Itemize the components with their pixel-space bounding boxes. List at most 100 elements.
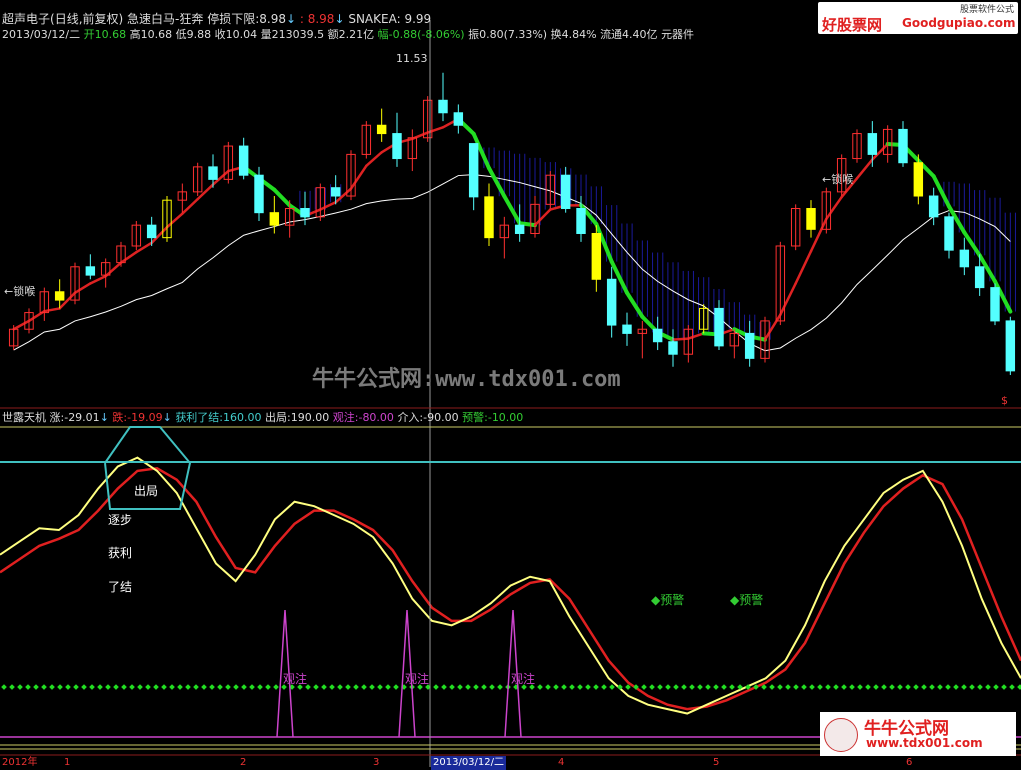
stock-name: 超声电子 [2, 12, 51, 26]
axis-label-6: 6 [906, 757, 913, 768]
candle-down [714, 307, 724, 347]
candle-down [591, 232, 602, 280]
candle-down [330, 187, 341, 197]
die-value: -19.09 [127, 411, 163, 424]
warning-dot-icon-2: ◆ [730, 593, 740, 607]
watch-value: -80.00 [358, 411, 394, 424]
ohlc-float: 流通4.40亿 [600, 28, 658, 41]
zhang-label: 涨: [49, 411, 65, 424]
candle-down [944, 216, 954, 251]
gradual-annotation: 逐步 [108, 513, 133, 527]
warning-dot-icon: ◆ [651, 593, 661, 607]
ohlc-amplitude: 振0.80(7.33%) [468, 28, 548, 41]
candle-down [668, 341, 678, 355]
warning-annotation-2: ◆预警 [730, 593, 763, 607]
chart-mode: (日线,前复权) [50, 12, 124, 26]
zhang-value: -29.01 [64, 411, 100, 424]
warn-label: 预警: [462, 411, 488, 424]
ohlc-amount: 额2.21亿 [327, 28, 375, 41]
watch-annotation-3: 观注 [511, 672, 536, 686]
stoploss-label: 停损下限: [207, 12, 260, 26]
candle-down [744, 332, 755, 359]
warning-annotation-1: ◆预警 [651, 593, 684, 607]
candle-down [560, 174, 571, 210]
down-arrow-icon: ↓ [285, 12, 297, 26]
ohlc-volume: 量213039.5 [260, 28, 325, 41]
candle-down [898, 128, 908, 164]
candle-down [959, 249, 970, 268]
warning-text-2: 预警 [739, 593, 764, 607]
stoploss-value: 8.98 [259, 12, 286, 26]
candle-down [990, 287, 1000, 322]
candle-down [208, 166, 218, 180]
ohlc-sector: 元器件 [661, 28, 695, 41]
stoploss-value-2: : 8.98 [299, 12, 335, 26]
candle-down [300, 208, 310, 218]
peak-price-label: 11.53 [396, 52, 428, 65]
axis-label-year: 2012年 [2, 757, 38, 768]
candle-down [54, 291, 65, 301]
candle-down [867, 133, 878, 155]
corner-watermark-url: www.tdx001.com [866, 736, 983, 750]
enter-label: 介入: [397, 411, 424, 424]
candle-down [269, 212, 280, 226]
enter-value: -90.00 [423, 411, 459, 424]
candle-down [238, 145, 249, 176]
profit-value: 160.00 [223, 411, 262, 424]
cow-mascot-icon [824, 718, 858, 752]
dollar-marker-icon: $ [1001, 394, 1008, 407]
fast-ma-up-segment [671, 337, 690, 341]
site-logo: 股票软件公式 好股票网 Goodgupiao.com [818, 2, 1018, 34]
candle-down [913, 162, 924, 197]
ohlc-low: 低9.88 [175, 28, 212, 41]
candle-down [1005, 320, 1016, 372]
close-out-annotation: 了结 [108, 580, 133, 594]
candle-down [652, 328, 663, 343]
candle-down [254, 174, 264, 214]
exit-value: 190.00 [290, 411, 330, 424]
zhang-arrow-icon: ↓ [99, 411, 109, 424]
ohlc-close: 收10.04 [214, 28, 258, 41]
ohlc-open: 开10.68 [83, 28, 127, 41]
candle-down [376, 124, 387, 135]
snakea-label: SNAKEA: [348, 12, 401, 26]
axis-label-3: 3 [373, 757, 380, 768]
candle-down [928, 195, 939, 218]
candle-down [453, 112, 464, 126]
logo-tag: 股票软件公式 [959, 5, 1014, 15]
corner-watermark: 牛牛公式网 www.tdx001.com [820, 712, 1016, 756]
header-row: 超声电子(日线,前复权) 急速白马-狂奔 停损下限:8.98↓ : 8.98↓ … [2, 12, 431, 26]
ohlc-change: 幅-0.88(-8.06%) [377, 28, 465, 41]
candle-down [85, 266, 96, 276]
lock-throat-left: ←锁喉 [4, 285, 36, 298]
candle-down [146, 224, 157, 239]
candle-down [974, 266, 985, 289]
logo-en: Goodgupiao.com [902, 16, 1016, 30]
warning-text-1: 预警 [660, 593, 685, 607]
center-watermark: 牛牛公式网:www.tdx001.com [312, 367, 621, 392]
watch-annotation-1: 观注 [283, 672, 308, 686]
candle-down [622, 324, 632, 334]
ohlc-turnover: 换4.84% [550, 28, 597, 41]
die-arrow-icon: ↓ [162, 411, 172, 424]
candle-down [576, 208, 586, 234]
candle-down [438, 99, 448, 114]
axis-label-1: 1 [64, 757, 71, 768]
candle-down [484, 196, 494, 239]
axis-label-2: 2 [240, 757, 247, 768]
formula-name: 急速白马-狂奔 [127, 12, 204, 26]
snakea-value: 9.99 [404, 12, 432, 26]
warn-value: -10.00 [487, 411, 524, 424]
watch-annotation-2: 观注 [405, 672, 430, 686]
candle-down [514, 224, 525, 234]
candle-down [392, 133, 402, 160]
die-label: 跌: [112, 411, 128, 424]
ohlc-row: 2013/03/12/二 开10.68 高10.68 低9.88 收10.04 … [2, 28, 694, 42]
exit-annotation: 出局 [134, 484, 159, 498]
candle-down [606, 278, 617, 326]
candle-down [468, 143, 479, 198]
watch-label: 观注: [332, 411, 359, 424]
down-arrow-icon-2: ↓ [334, 12, 345, 26]
indicator-header: 世露天机 涨:-29.01↓ 跌:-19.09↓ 获利了结:160.00 出局:… [2, 411, 523, 425]
axis-label-5: 5 [713, 757, 720, 768]
